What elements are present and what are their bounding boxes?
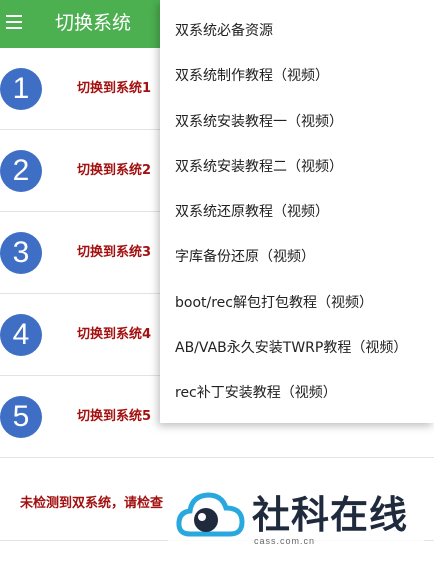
menu-item-rec-patch[interactable]: rec补丁安装教程（视频） (160, 362, 434, 407)
status-message: 未检测到双系统，请检查 (20, 496, 164, 511)
number-badge: 4 (0, 314, 42, 356)
watermark-text: 社科在线 (252, 493, 409, 537)
watermark: 社科在线 cass.com.cn (168, 478, 424, 558)
menu-item-restore-tutorial[interactable]: 双系统还原教程（视频） (160, 181, 434, 226)
number-badge: 3 (0, 232, 42, 274)
cloud-eye-logo-icon (176, 492, 245, 537)
switch-system-label[interactable]: 切换到系统5 (77, 409, 151, 425)
number-badge: 1 (0, 68, 42, 110)
number-badge: 5 (0, 396, 42, 438)
hamburger-icon[interactable] (6, 15, 22, 29)
app-title: 切换系统 (55, 12, 132, 34)
menu-item-resources[interactable]: 双系统必备资源 (160, 0, 434, 45)
menu-item-twrp[interactable]: AB/VAB永久安装TWRP教程（视频） (160, 317, 434, 362)
menu-item-boot-rec[interactable]: boot/rec解包打包教程（视频） (160, 272, 434, 317)
switch-system-label[interactable]: 切换到系统2 (77, 163, 151, 179)
switch-system-label[interactable]: 切换到系统4 (77, 327, 151, 343)
watermark-url: cass.com.cn (254, 536, 316, 546)
number-badge: 2 (0, 150, 42, 192)
menu-item-install-tutorial-2[interactable]: 双系统安装教程二（视频） (160, 136, 434, 181)
switch-system-label[interactable]: 切换到系统1 (77, 81, 151, 97)
menu-item-make-tutorial[interactable]: 双系统制作教程（视频） (160, 45, 434, 90)
menu-item-install-tutorial-1[interactable]: 双系统安装教程一（视频） (160, 91, 434, 136)
menu-item-font-backup[interactable]: 字库备份还原（视频） (160, 226, 434, 271)
switch-system-label[interactable]: 切换到系统3 (77, 245, 151, 261)
overflow-menu: 双系统必备资源 双系统制作教程（视频） 双系统安装教程一（视频） 双系统安装教程… (160, 0, 434, 423)
